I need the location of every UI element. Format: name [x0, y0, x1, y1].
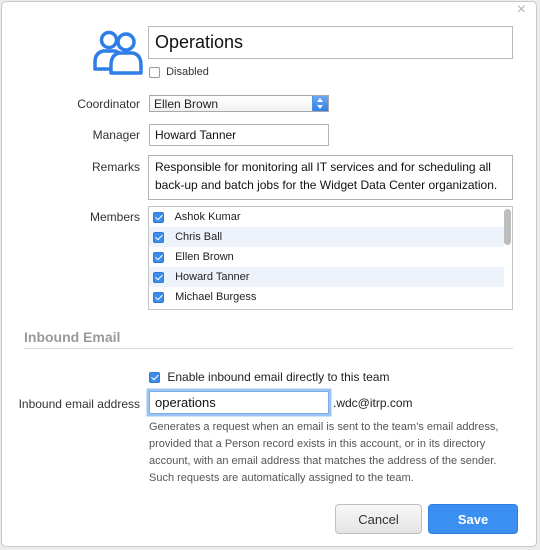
member-item[interactable]: Howard Tanner	[149, 267, 504, 287]
team-name-input[interactable]: Operations	[148, 26, 513, 59]
member-checkbox[interactable]	[153, 211, 164, 223]
members-label: Members	[89, 210, 140, 224]
member-name: Michael Burgess	[175, 291, 257, 303]
coordinator-value: Ellen Brown	[154, 97, 219, 111]
member-name: Howard Tanner	[175, 271, 250, 283]
member-name: Ashok Kumar	[174, 211, 241, 223]
members-list: Ashok Kumar Chris Ball Ellen Brown Howar…	[148, 206, 513, 310]
scroll-thumb[interactable]	[504, 209, 511, 245]
cancel-button[interactable]: Cancel	[335, 504, 422, 534]
member-checkbox[interactable]	[153, 291, 164, 303]
member-checkbox[interactable]	[153, 251, 164, 263]
member-item[interactable]: Ellen Brown	[149, 247, 504, 267]
member-item[interactable]: Chris Ball	[149, 227, 504, 247]
disabled-label: Disabled	[166, 66, 209, 78]
select-arrows-icon	[312, 96, 328, 111]
member-checkbox[interactable]	[153, 271, 164, 283]
team-dialog: × Operations Disabled Coordinator Ellen …	[1, 1, 537, 547]
manager-input[interactable]: Howard Tanner	[149, 124, 329, 146]
section-divider	[24, 348, 513, 349]
members-scrollbar[interactable]	[504, 208, 511, 308]
disabled-checkbox[interactable]	[149, 66, 160, 78]
enable-inbound-checkbox[interactable]	[149, 372, 160, 384]
coordinator-select[interactable]: Ellen Brown	[149, 95, 329, 112]
member-name: Ellen Brown	[175, 251, 234, 263]
remarks-label: Remarks	[91, 160, 140, 174]
member-name: Chris Ball	[175, 231, 223, 243]
member-checkbox[interactable]	[153, 231, 164, 243]
team-icon	[93, 30, 143, 75]
email-domain-suffix: .wdc@itrp.com	[333, 396, 413, 410]
close-icon[interactable]: ×	[517, 2, 526, 18]
email-address-label: Inbound email address	[18, 397, 140, 411]
member-item[interactable]: Ashok Kumar	[149, 207, 504, 227]
email-address-input[interactable]: operations	[149, 391, 329, 414]
remarks-textarea[interactable]: Responsible for monitoring all IT servic…	[148, 155, 513, 200]
member-item[interactable]: Michael Burgess	[149, 287, 504, 307]
enable-inbound-option[interactable]: Enable inbound email directly to this te…	[149, 370, 389, 384]
enable-inbound-label: Enable inbound email directly to this te…	[167, 370, 390, 384]
manager-label: Manager	[92, 128, 140, 142]
inbound-email-heading: Inbound Email	[24, 329, 121, 345]
disabled-option[interactable]: Disabled	[149, 66, 209, 78]
inbound-email-help: Generates a request when an email is sen…	[149, 421, 499, 484]
save-button[interactable]: Save	[428, 504, 518, 534]
coordinator-label: Coordinator	[77, 97, 140, 111]
